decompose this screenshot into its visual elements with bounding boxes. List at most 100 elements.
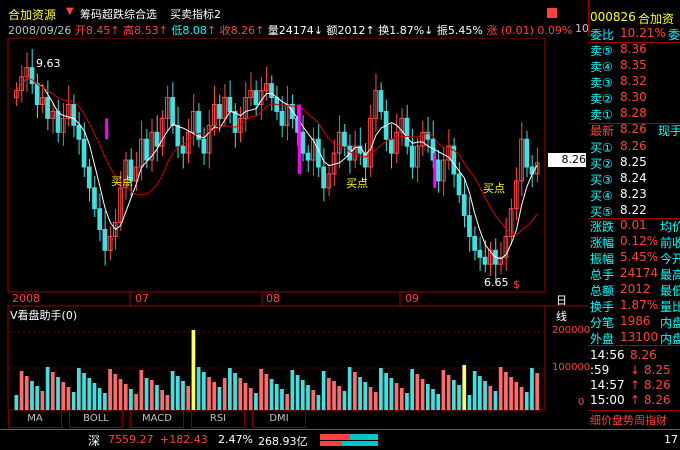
- last-value: 8.26: [620, 122, 647, 136]
- panel-footer-tabs[interactable]: 细价盘势周指财: [590, 412, 667, 428]
- tick-time: 14:56: [590, 348, 625, 362]
- candle-body: [144, 138, 149, 161]
- row-label: 振幅: [590, 252, 615, 266]
- volume-bar: [300, 380, 305, 410]
- volume-bar: [71, 392, 76, 410]
- row-value: 8.22: [620, 203, 647, 217]
- volume-bar: [274, 384, 279, 410]
- volume-bar: [379, 368, 383, 410]
- row-value: 8.23: [620, 187, 647, 201]
- candle-body: [55, 110, 61, 133]
- row-value: 8.30: [620, 90, 647, 104]
- tab-ma[interactable]: MA: [8, 411, 62, 428]
- candle-body: [279, 110, 285, 126]
- row-value: 8.28: [620, 106, 647, 120]
- volume-bar: [306, 385, 310, 410]
- candle-body: [404, 117, 410, 147]
- volume-bar: [175, 376, 180, 410]
- volume-bar: [431, 389, 435, 410]
- volume-bar: [368, 387, 373, 410]
- time-fragment: 17: [664, 433, 678, 446]
- volume-bar: [451, 380, 456, 410]
- volume-bar: [280, 389, 284, 410]
- candle-body: [388, 138, 394, 154]
- flag-icon[interactable]: [547, 8, 557, 18]
- signal-bar: [433, 153, 437, 188]
- volume-bar: [524, 392, 529, 410]
- row-value: 1.87%: [620, 298, 659, 312]
- volume-bar: [457, 385, 461, 410]
- volume-bar: [467, 395, 472, 410]
- volume-bar: [233, 373, 237, 410]
- volume-bar: [514, 382, 519, 410]
- buy-signal-3: 买点: [483, 182, 505, 195]
- current-price-value: 8.26: [561, 153, 587, 166]
- candle-body: [362, 152, 368, 168]
- bid-row: 买② 8.25: [588, 155, 680, 171]
- volume-bar: [222, 378, 227, 410]
- buy-signal-2: 买点: [346, 177, 368, 190]
- candle-body: [76, 124, 82, 140]
- row-label: 卖②: [590, 92, 613, 106]
- candle-body: [81, 138, 87, 168]
- indicator-formula-label[interactable]: 筹码超跌综合选: [80, 6, 157, 22]
- volume-bar: [353, 372, 357, 410]
- volume-bar: [332, 381, 336, 410]
- row-value: 1986: [620, 314, 651, 328]
- low-value: 8.08: [182, 24, 207, 37]
- volume-bar: [14, 395, 19, 410]
- volume-bar: [405, 393, 409, 410]
- ask-row: 卖⑤ 8.36: [588, 42, 680, 58]
- candle-body: [86, 166, 92, 189]
- signal-bar: [297, 104, 301, 174]
- row-extra: 最低: [660, 284, 680, 298]
- row-label: 卖④: [590, 60, 613, 74]
- volume-bar: [290, 370, 295, 410]
- candle-body: [92, 187, 97, 210]
- candle-body: [482, 256, 488, 265]
- candle-body: [217, 104, 222, 119]
- tab-rsi[interactable]: RSI: [191, 411, 245, 428]
- row-value: 8.35: [620, 58, 647, 72]
- volume-bar: [186, 386, 191, 410]
- volume-bar: [342, 391, 347, 410]
- change-value: (0.01): [500, 24, 534, 37]
- x-tick-label: 09: [405, 292, 419, 305]
- amount-label: 额: [326, 24, 338, 37]
- volume-bar: [316, 395, 321, 410]
- row-extra: 内盘: [660, 316, 680, 330]
- index-change: +182.43: [160, 433, 208, 446]
- row-value: 24174: [620, 266, 659, 280]
- tab-dmi[interactable]: DMI: [252, 411, 306, 428]
- tab-macd[interactable]: MACD: [130, 411, 184, 428]
- x-tick-label: 07: [135, 292, 149, 305]
- period-label[interactable]: 日线: [556, 292, 567, 324]
- row-value: 8.36: [620, 42, 647, 56]
- volume-bar: [35, 386, 40, 410]
- row-label: 卖⑤: [590, 44, 613, 58]
- row-value: 13100: [620, 330, 659, 344]
- volume-bar: [228, 368, 232, 410]
- ask-row: 卖② 8.30: [588, 90, 680, 106]
- indicator-name[interactable]: 买卖指标2: [170, 6, 221, 22]
- kline-chart[interactable]: [0, 38, 588, 412]
- x-tick-label: 08: [266, 292, 280, 305]
- tick-row: :59 ↓ 8.25: [588, 363, 680, 379]
- stat-row: 总额 2012 最低: [588, 282, 680, 298]
- volume-bar: [45, 367, 50, 410]
- dollar-marker: $: [513, 278, 520, 291]
- row-label: 卖③: [590, 76, 613, 90]
- candle-body: [524, 138, 530, 168]
- current-price-tag: 8.26: [548, 153, 586, 167]
- candle-body: [321, 166, 326, 189]
- tab-boll[interactable]: BOLL: [69, 411, 123, 428]
- open-label: 开: [74, 24, 86, 37]
- dropdown-arrow-icon[interactable]: ▼: [66, 6, 74, 17]
- candle-body: [305, 152, 311, 161]
- volume-bar: [389, 378, 394, 410]
- last-extra: 现手: [658, 124, 680, 138]
- candle-body: [269, 83, 274, 99]
- volume-bar: [326, 378, 331, 410]
- signal-bar: [105, 118, 109, 140]
- row-label: 总额: [590, 284, 615, 298]
